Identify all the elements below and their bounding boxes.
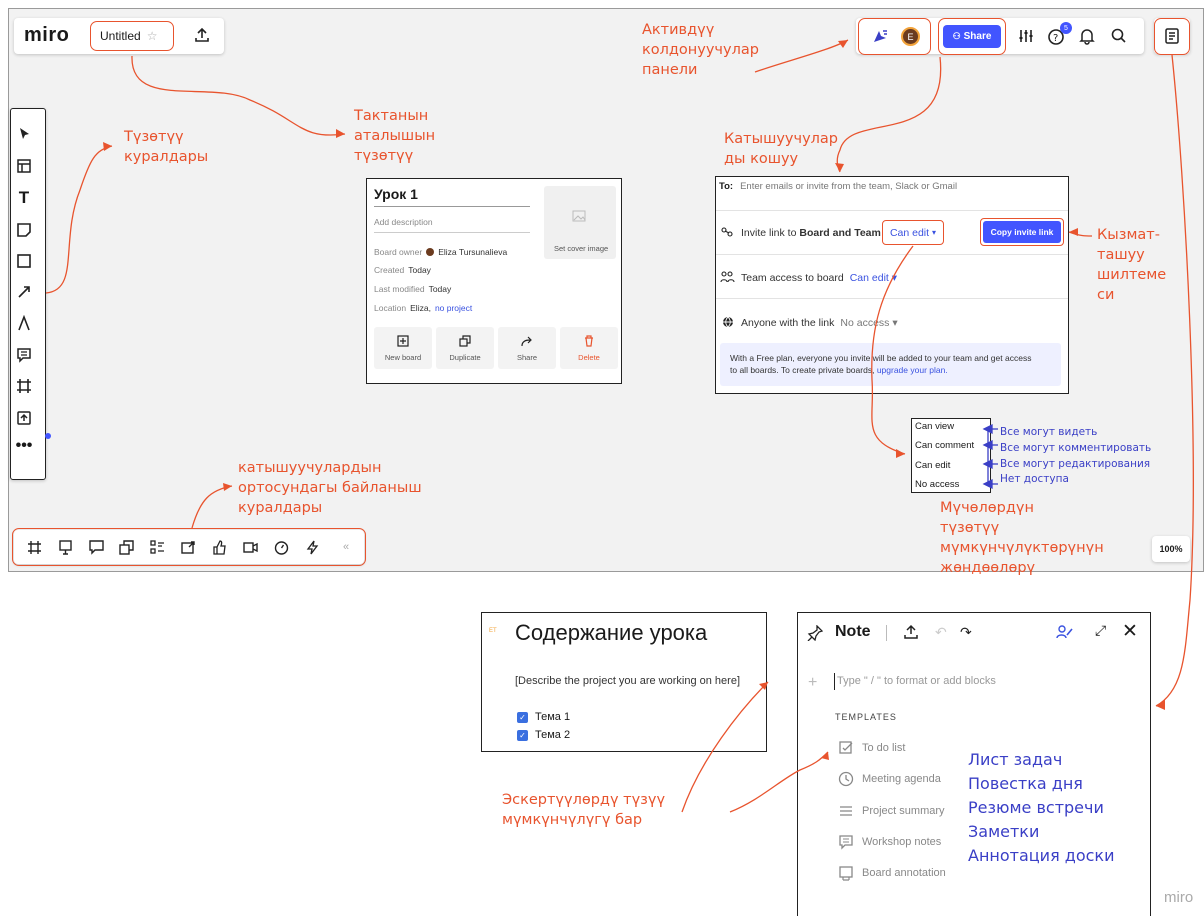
annotation-connectors xyxy=(45,39,1194,813)
